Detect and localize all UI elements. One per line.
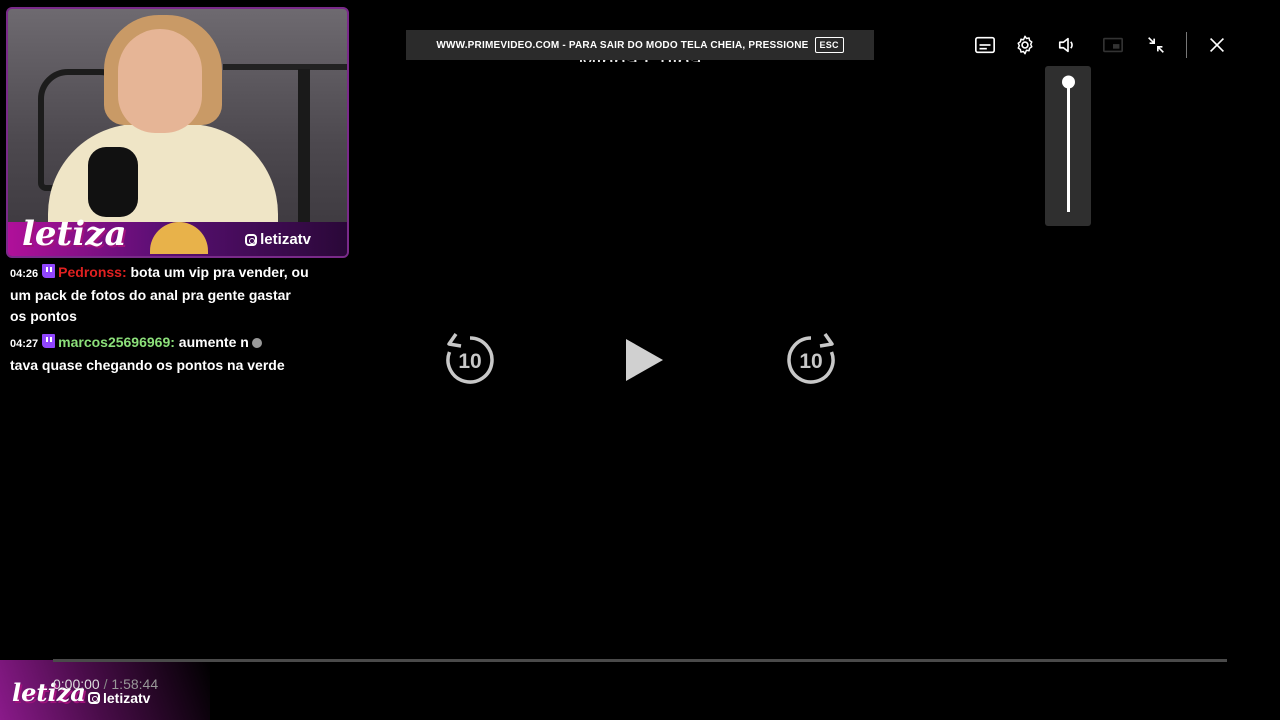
total-time: 1:58:44 [111,676,159,692]
background-shelf [223,64,347,70]
twitch-icon [42,334,56,348]
volume-icon [1058,37,1073,53]
subtitles-icon [975,36,995,54]
rewind-seconds-label: 10 [458,350,481,373]
volume-slider-panel [1045,66,1091,226]
settings-button[interactable] [1012,33,1038,57]
play-button[interactable] [622,336,666,384]
time-readout: 0:00:00 / 1:58:44 [53,676,158,692]
emote-icon [251,338,262,348]
rewind-10-button[interactable]: 10 [442,332,498,388]
chat-username: marcos25696969: [58,334,175,350]
current-time: 0:00:00 [53,676,100,692]
microphone [88,147,138,217]
chat-message: 04:26 Pedronss: bota um vip pra vender, o… [10,262,310,327]
chat-username: Pedronss: [58,264,127,280]
chat-timestamp: 04:26 [10,268,39,280]
background-shelf-leg [298,69,310,229]
volume-slider-track[interactable] [1062,75,1075,212]
picture-in-picture-icon [1103,37,1123,53]
fullscreen-notice-text: WWW.PRIMEVIDEO.COM - PARA SAIR DO MODO T… [436,39,809,51]
chat-timestamp: 04:27 [10,338,39,350]
chat-message: 04:27 marcos25696969: aumente n tava quas… [10,332,310,376]
close-icon [1209,37,1225,53]
instagram-icon [245,233,258,246]
cartoon-avatar [150,222,208,254]
esc-key-badge: ESC [814,37,844,53]
exit-fullscreen-button[interactable] [1143,33,1169,57]
exit-fullscreen-icon [1148,37,1164,53]
brand-handle: letizatv [88,690,150,706]
forward-10-button[interactable]: 10 [783,332,839,388]
instagram-icon [88,692,100,704]
play-icon [626,339,663,381]
volume-slider-fill [1067,82,1070,212]
webcam-banner: letiza letizatv [8,214,347,256]
controls-separator [1186,32,1187,58]
fullscreen-notice: WWW.PRIMEVIDEO.COM - PARA SAIR DO MODO T… [406,30,874,60]
webcam-overlay: letiza letizatv [6,7,349,258]
picture-in-picture-button[interactable] [1100,33,1126,57]
overlay-logo: letiza [22,214,127,254]
volume-slider-handle[interactable] [1062,75,1075,89]
volume-button[interactable] [1055,33,1081,57]
close-button[interactable] [1204,33,1230,57]
streamer-head [118,29,202,133]
overlay-handle: letizatv [245,231,311,248]
chat-text: aumente n [178,334,249,350]
time-separator: / [99,676,112,692]
subtitles-button[interactable] [972,33,998,57]
forward-seconds-label: 10 [799,350,822,373]
overlay-handle-text: letizatv [260,231,311,248]
seek-bar[interactable] [53,659,1227,662]
brand-handle-text: letizatv [103,690,151,706]
twitch-icon [42,264,56,278]
chat-overlay: 04:26 Pedronss: bota um vip pra vender, o… [10,262,310,381]
settings-gear-icon [1017,35,1033,55]
chat-text-continued: tava quase chegando os pontos na verde [10,357,285,373]
